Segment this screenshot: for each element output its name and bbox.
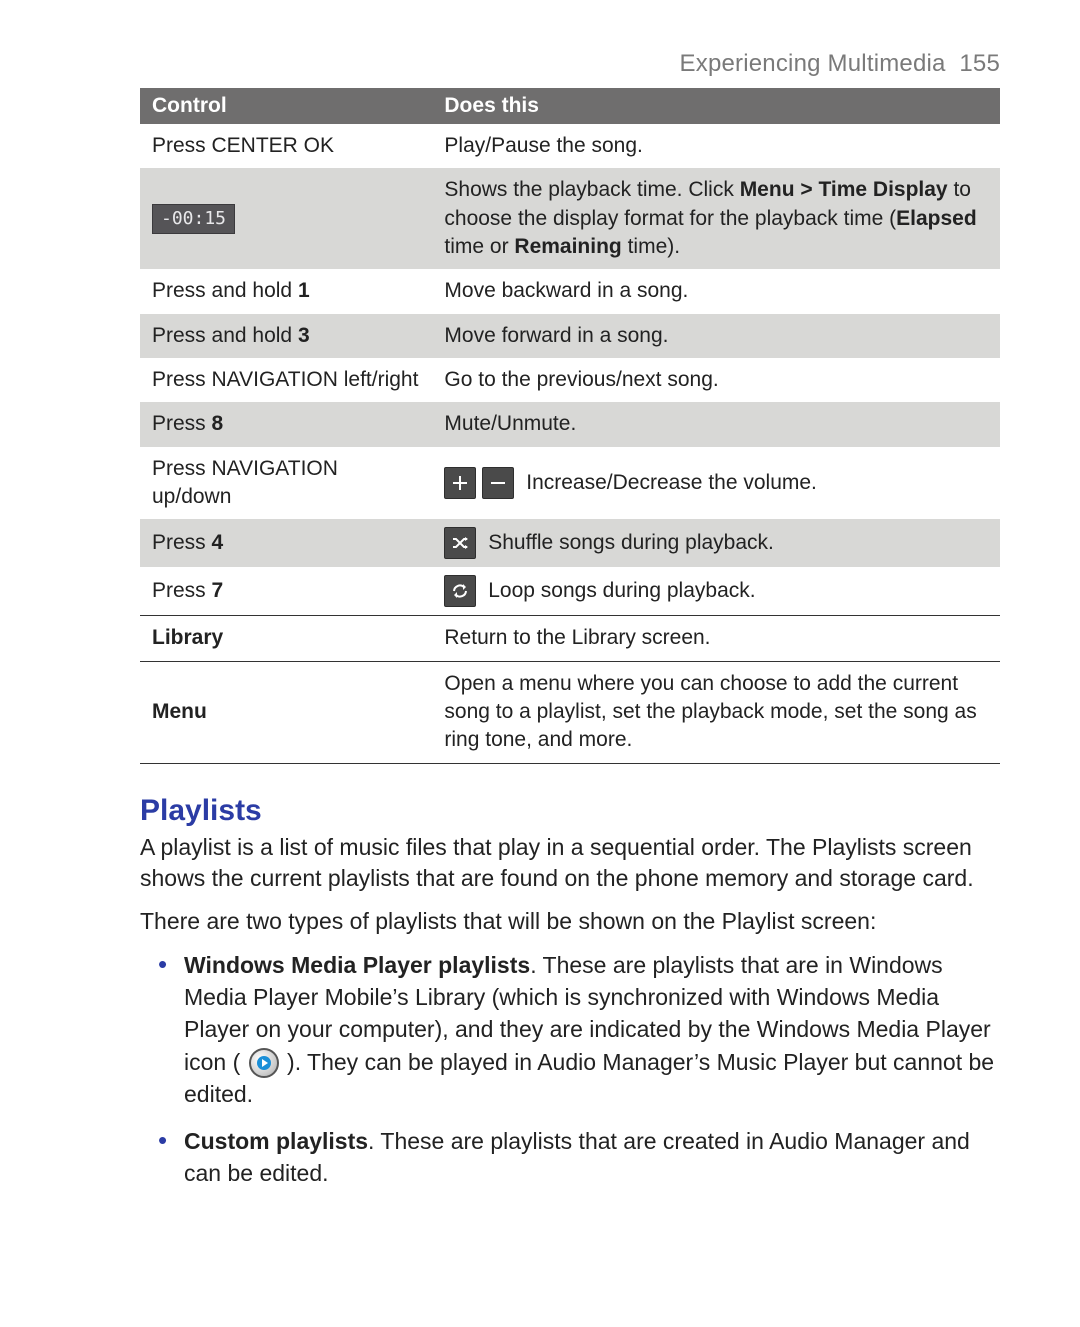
- manual-page: Experiencing Multimedia 155 Control Does…: [0, 0, 1080, 1327]
- playlist-types-list: Windows Media Player playlists. These ar…: [140, 949, 1000, 1189]
- desc-cell: Shuffle songs during playback.: [432, 519, 1000, 567]
- control-cell: Press 4: [140, 519, 432, 567]
- plus-icon: [444, 467, 476, 499]
- running-header-title: Experiencing Multimedia: [680, 50, 946, 77]
- table-row: Menu Open a menu where you can choose to…: [140, 661, 1000, 763]
- list-item: Custom playlists. These are playlists th…: [184, 1125, 1000, 1189]
- control-cell: Library: [140, 616, 432, 661]
- table-row: Press 4 Shuffle songs during playback.: [140, 519, 1000, 567]
- table-row: Press and hold 1 Move backward in a song…: [140, 269, 1000, 313]
- table-header-row: Control Does this: [140, 88, 1000, 124]
- paragraph: There are two types of playlists that wi…: [140, 906, 1000, 937]
- wmp-icon: [249, 1048, 279, 1078]
- control-cell: Press 7: [140, 567, 432, 616]
- col-does-this: Does this: [432, 88, 1000, 124]
- desc-cell: Go to the previous/next song.: [432, 358, 1000, 402]
- control-cell: -00:15: [140, 168, 432, 269]
- section-heading-playlists: Playlists: [140, 794, 1000, 828]
- table-row: Press 7 Loop songs during playback.: [140, 567, 1000, 616]
- desc-cell: Move backward in a song.: [432, 269, 1000, 313]
- desc-cell: Increase/Decrease the volume.: [432, 447, 1000, 520]
- control-cell: Press and hold 3: [140, 314, 432, 358]
- table-row: Press NAVIGATION left/right Go to the pr…: [140, 358, 1000, 402]
- loop-icon: [444, 575, 476, 607]
- control-cell: Press NAVIGATION left/right: [140, 358, 432, 402]
- control-cell: Press 8: [140, 402, 432, 446]
- paragraph: A playlist is a list of music files that…: [140, 832, 1000, 894]
- table-row: Press and hold 3 Move forward in a song.: [140, 314, 1000, 358]
- minus-icon: [482, 467, 514, 499]
- running-header: Experiencing Multimedia 155: [140, 50, 1000, 78]
- desc-cell: Move forward in a song.: [432, 314, 1000, 358]
- desc-cell: Shows the playback time. Click Menu > Ti…: [432, 168, 1000, 269]
- desc-cell: Play/Pause the song.: [432, 124, 1000, 168]
- control-cell: Press and hold 1: [140, 269, 432, 313]
- controls-table: Control Does this Press CENTER OK Play/P…: [140, 88, 1000, 764]
- control-cell: Menu: [140, 661, 432, 763]
- page-number: 155: [959, 50, 1000, 77]
- table-row: Press NAVIGATION up/down Increase/Decrea…: [140, 447, 1000, 520]
- control-cell: Press CENTER OK: [140, 124, 432, 168]
- list-item: Windows Media Player playlists. These ar…: [184, 949, 1000, 1111]
- control-cell: Press NAVIGATION up/down: [140, 447, 432, 520]
- time-display-pill: -00:15: [152, 204, 235, 234]
- table-row: Press CENTER OK Play/Pause the song.: [140, 124, 1000, 168]
- table-row: -00:15 Shows the playback time. Click Me…: [140, 168, 1000, 269]
- table-row: Press 8 Mute/Unmute.: [140, 402, 1000, 446]
- desc-cell: Mute/Unmute.: [432, 402, 1000, 446]
- desc-cell: Open a menu where you can choose to add …: [432, 661, 1000, 763]
- desc-cell: Return to the Library screen.: [432, 616, 1000, 661]
- col-control: Control: [140, 88, 432, 124]
- desc-cell: Loop songs during playback.: [432, 567, 1000, 616]
- table-row: Library Return to the Library screen.: [140, 616, 1000, 661]
- shuffle-icon: [444, 527, 476, 559]
